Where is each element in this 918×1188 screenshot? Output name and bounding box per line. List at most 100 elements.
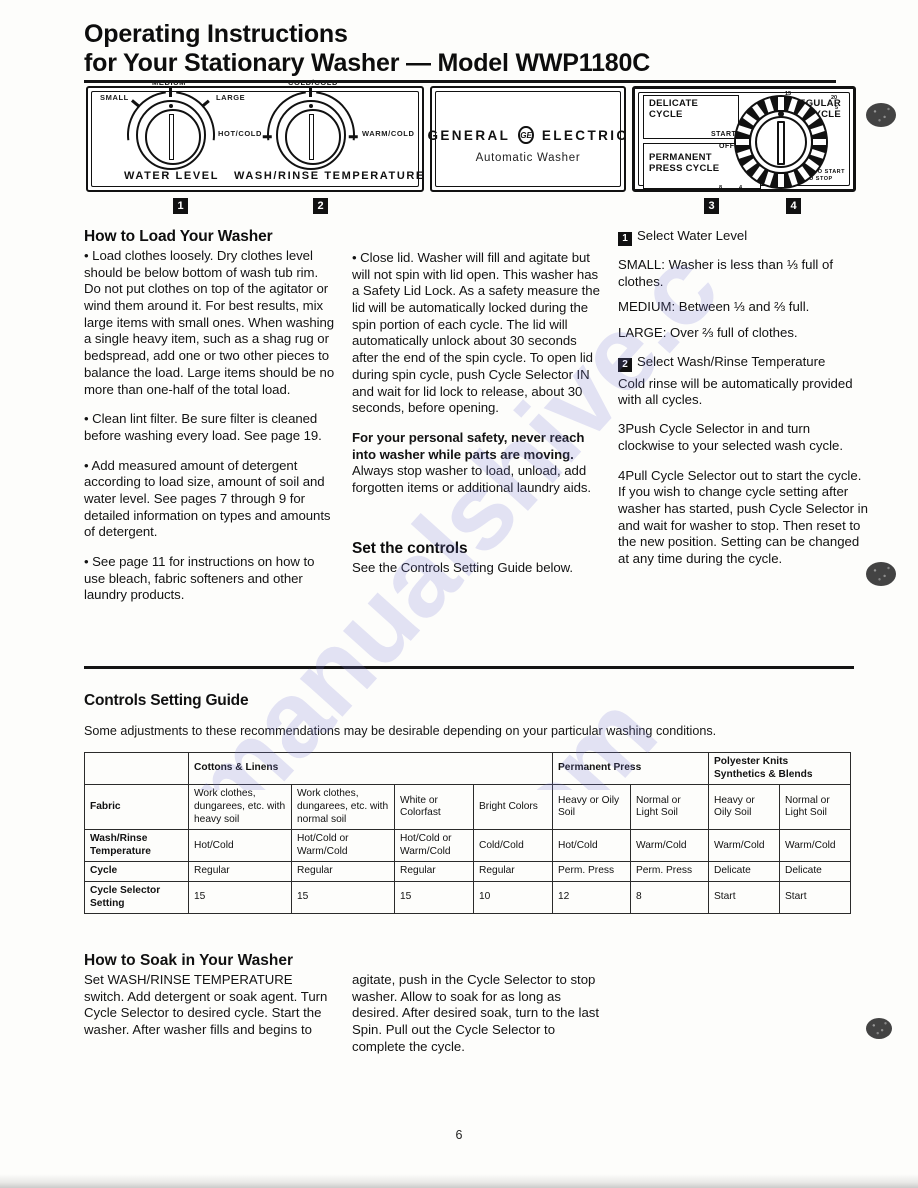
table-cell: Heavy or Oily Soil: [552, 784, 632, 831]
table-cell: Delicate: [708, 861, 781, 883]
controls-setting-table: Cottons & Linens Permanent Press Polyest…: [84, 751, 852, 915]
temperature-dial-group: COLD/COLD HOT/COLD WARM/COLD: [218, 73, 414, 197]
heading-how-to-soak: How to Soak in Your Washer: [84, 952, 293, 969]
table-row-cycle: Cycle Regular Regular Regular Regular Pe…: [84, 861, 852, 883]
water-level-knob[interactable]: [136, 100, 206, 170]
step-1-badge: 1: [618, 232, 632, 246]
temperature-knob[interactable]: [276, 100, 346, 170]
dial-selector-bar: [777, 121, 785, 165]
dial-tick-warm: [348, 135, 358, 138]
table-cell: Regular: [394, 861, 474, 883]
dial-tick-cold: [309, 88, 312, 97]
ring-notch: [764, 171, 774, 186]
panel-section-dials: MEDIUM SMALL LARGE COLD/COLD HOT/COLD WA…: [86, 73, 424, 197]
step-2-title: Select Wash/Rinse Temperature: [637, 353, 826, 369]
step-3-text: Push Cycle Selector in and turn clockwis…: [618, 421, 844, 453]
table-cell: Warm/Cold: [630, 829, 710, 863]
row-label-line2: Temperature: [90, 845, 151, 857]
start-marker-label: START: [711, 131, 737, 138]
step-2-text: Cold rinse will be automatically provide…: [618, 375, 853, 408]
table-cell: Hot/Cold: [552, 829, 632, 863]
off-marker-label: OFF: [719, 143, 735, 150]
group-header-polyester-line1: Polyester Knits: [714, 756, 789, 767]
row-label-cycle: Cycle: [84, 861, 189, 883]
table-corner-cell: [84, 751, 189, 786]
panel-section-nameplate: GENERAL GE ELECTRIC Automatic Washer: [427, 86, 626, 192]
load-paragraph-1: • Load clothes loosely. Dry clothes leve…: [84, 248, 335, 397]
safety-paragraph: For your personal safety, never reach in…: [352, 430, 602, 497]
table-cell: Hot/Cold: [188, 829, 292, 863]
group-header-polyester-line2: Synthetics & Blends: [714, 768, 813, 780]
knob-index-dot: [309, 104, 313, 108]
dial-tick-medium: [169, 88, 172, 97]
step-4-text: Pull Cycle Selector out to start the cyc…: [618, 467, 868, 566]
step-1: 1 Select Water Level: [618, 228, 868, 246]
table-cell: Regular: [472, 861, 554, 883]
soak-text-1: Set WASH/RINSE TEMPERATURE switch. Add d…: [84, 972, 328, 1038]
water-level-dial-group: MEDIUM SMALL LARGE: [100, 73, 245, 197]
step-2: 2 Select Wash/Rinse Temperature: [618, 354, 868, 372]
page-number: 6: [455, 1128, 463, 1142]
heading-set-controls: Set the controls: [352, 539, 468, 557]
page-title-line1: Operating Instructions: [84, 20, 348, 48]
knob-index-dot: [169, 104, 173, 108]
column-load-washer: How to Load Your Washer • Load clothes l…: [84, 228, 336, 617]
ring-notch: [778, 97, 784, 110]
permanent-line2: PRESS CYCLE: [649, 162, 720, 174]
step-1-medium: MEDIUM: Between ⅓ and ⅔ full.: [618, 299, 810, 315]
ring-notch: [813, 139, 826, 145]
ge-word-electric: ELECTRIC: [541, 127, 629, 143]
knob-pointer: [308, 114, 314, 160]
callout-badges: 1 2 3 4: [84, 198, 854, 222]
load-paragraph-3: • Add measured amount of detergent accor…: [84, 457, 331, 540]
scan-artifact-blot: [866, 1018, 892, 1039]
delicate-cycle-label: DELICATE CYCLE: [649, 98, 698, 121]
dial-label-hot-cold: HOT/COLD: [218, 129, 262, 138]
ring-notch: [788, 171, 798, 186]
page-title: Operating Instructions for Your Stationa…: [84, 20, 854, 77]
table-cell: Bright Colors: [472, 784, 554, 831]
table-cell: Start: [779, 881, 852, 915]
scan-artifact-blot: [866, 103, 896, 127]
table-cell: 8: [630, 881, 710, 915]
dial-number-8: 8: [719, 185, 723, 191]
controls-setting-guide: Controls Setting Guide Some adjustments …: [84, 692, 859, 915]
table-cell: Perm. Press: [552, 861, 632, 883]
callout-badge-3: 3: [704, 198, 719, 214]
ge-brand-row: GENERAL GE ELECTRIC: [427, 126, 626, 144]
cycle-selector-dial[interactable]: [734, 95, 828, 189]
group-header-cottons: Cottons & Linens: [187, 751, 554, 786]
table-cell: 10: [472, 881, 554, 915]
dial-tick-hot: [262, 135, 272, 138]
step-2-badge: 2: [618, 357, 632, 372]
table-cell: Regular: [188, 861, 292, 883]
table-cell: Hot/Cold or Warm/Cold: [394, 829, 474, 863]
permanent-press-label: PERMANENT PRESS CYCLE: [649, 152, 720, 175]
ge-word-general: GENERAL: [427, 127, 511, 143]
callout-badge-1: 1: [173, 198, 188, 214]
table-cell: Perm. Press: [630, 861, 710, 883]
group-header-permanent-press: Permanent Press: [552, 751, 710, 786]
heading-how-to-load: How to Load Your Washer: [84, 228, 273, 245]
step-1-title: Select Water Level: [637, 228, 748, 243]
soak-section: How to Soak in Your Washer Set WASH/RINS…: [84, 952, 859, 1054]
row-label-cycle-selector-setting: Cycle Selector Setting: [84, 881, 189, 915]
guide-intro: Some adjustments to these recommendation…: [84, 724, 717, 738]
row-label-line2: Setting: [90, 897, 125, 909]
soak-column-1: Set WASH/RINSE TEMPERATURE switch. Add d…: [84, 972, 334, 1039]
knob-pointer: [168, 114, 174, 160]
soak-column-2: agitate, push in the Cycle Selector to s…: [352, 972, 602, 1055]
safety-rest-text: Always stop washer to load, unload, add …: [352, 463, 592, 495]
section-divider: [84, 666, 854, 669]
column-spacer: [352, 510, 602, 540]
column-steps: 1 Select Water Level SMALL: Washer is les…: [618, 228, 868, 577]
table-cell: 15: [394, 881, 474, 915]
water-level-caption: WATER LEVEL: [124, 170, 220, 182]
page-title-line2: for Your Stationary Washer — Model WWP11…: [84, 48, 651, 77]
safety-bold-text: For your personal safety, never reach in…: [352, 429, 585, 462]
load-paragraph-2: • Clean lint filter. Be sure filter is c…: [84, 411, 322, 443]
dial-label-medium: MEDIUM: [152, 78, 187, 87]
guide-heading: Controls Setting Guide: [84, 692, 249, 709]
title-divider: [84, 80, 836, 83]
table-cell: White or Colorfast: [394, 784, 474, 831]
